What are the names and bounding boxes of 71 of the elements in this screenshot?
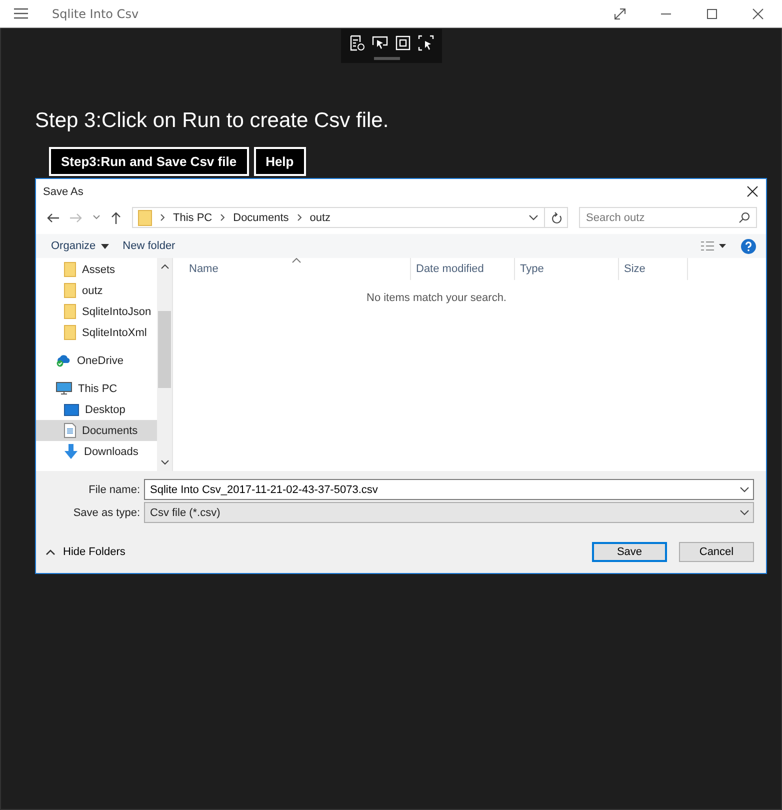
field-label: Save as type:	[72, 506, 141, 518]
nav-item[interactable]: outz	[36, 280, 157, 301]
back-arrow-icon[interactable]	[47, 212, 59, 222]
caret-icon	[100, 244, 109, 248]
step-heading: Step 3:Click on Run to create Csv file.	[35, 109, 390, 133]
expand-icon[interactable]	[614, 8, 626, 20]
chevron-right-icon	[160, 214, 165, 221]
up-arrow-icon[interactable]	[111, 212, 121, 224]
sort-caret-icon	[292, 258, 301, 263]
scrollbar[interactable]	[157, 258, 172, 471]
dialog-button[interactable]: Cancel	[679, 542, 754, 562]
search-icon	[739, 212, 750, 223]
field-label: File name:	[88, 484, 141, 496]
nav-item[interactable]: Downloads	[36, 441, 157, 462]
nav-item[interactable]: SqliteIntoJson	[36, 301, 157, 322]
chevron-down-icon	[740, 510, 749, 516]
empty-message: No items match your search.	[366, 292, 508, 304]
dialog-button[interactable]: Save	[592, 542, 667, 562]
nav-item[interactable]: Assets	[36, 259, 157, 280]
organize-button[interactable]: Organize	[51, 240, 109, 252]
target-icon[interactable]	[348, 35, 364, 51]
grip-handle[interactable]	[374, 57, 400, 60]
new-folder-button[interactable]: New folder	[122, 240, 176, 252]
nav-item[interactable]: OneDrive	[36, 350, 157, 371]
chevron-down-icon[interactable]	[740, 487, 749, 493]
file-type-dropdown[interactable]: Csv file (*.csv)	[144, 502, 754, 523]
document-icon	[64, 423, 76, 438]
file-name-field[interactable]: Sqlite Into Csv_2017-11-21-02-43-37-5073.csv	[144, 479, 754, 500]
select-pointer-icon[interactable]	[418, 35, 434, 51]
nav-item[interactable]: Documents	[36, 420, 157, 441]
chevron-up-icon	[46, 549, 55, 555]
folder-icon	[64, 304, 76, 319]
breadcrumb-item[interactable]: Documents	[233, 212, 289, 224]
nav-item[interactable]: SqliteIntoXml	[36, 322, 157, 343]
column-header[interactable]: Type	[515, 258, 619, 280]
monitor-icon	[56, 382, 72, 395]
folder-icon	[64, 283, 76, 298]
hide-folders-button[interactable]: Hide Folders	[36, 545, 132, 559]
pointer-icon[interactable]	[372, 35, 388, 51]
column-header[interactable]: Name	[173, 258, 411, 280]
folder-icon	[64, 262, 76, 277]
scroll-up-icon[interactable]	[160, 264, 168, 269]
breadcrumb-item[interactable]: This PC	[173, 212, 212, 224]
close-icon[interactable]	[752, 8, 764, 20]
frame-icon[interactable]	[394, 35, 410, 51]
close-icon[interactable]	[747, 186, 758, 197]
view-options-icon[interactable]	[701, 241, 727, 251]
column-header[interactable]: Size	[619, 258, 688, 280]
nav-item[interactable]: Desktop	[36, 399, 157, 420]
address-bar[interactable]: This PC Documents outz	[132, 207, 568, 228]
action-button[interactable]: Step3:Run and Save Csv file	[49, 147, 249, 176]
scroll-down-icon[interactable]	[160, 460, 168, 465]
dialog-title: Save As	[43, 186, 84, 198]
cloud-icon	[56, 354, 71, 367]
breadcrumb-item[interactable]: outz	[310, 212, 331, 224]
window-title: Sqlite Into Csv	[52, 6, 139, 20]
desktop-icon	[64, 404, 79, 416]
maximize-icon[interactable]	[706, 8, 718, 20]
menu-icon[interactable]	[14, 8, 28, 19]
column-header[interactable]: Date modified	[411, 258, 515, 280]
nav-item[interactable]: This PC	[36, 378, 157, 399]
download-arrow-icon	[64, 444, 78, 459]
help-icon[interactable]	[741, 238, 756, 254]
action-button[interactable]: Help	[254, 147, 306, 176]
chevron-right-icon	[220, 214, 226, 221]
folder-icon	[138, 210, 152, 226]
chevron-right-icon	[296, 214, 302, 221]
folder-icon	[64, 325, 76, 340]
search-field[interactable]: Search outz	[579, 207, 757, 228]
chevron-down-icon[interactable]	[529, 214, 538, 220]
refresh-icon[interactable]	[551, 212, 562, 224]
